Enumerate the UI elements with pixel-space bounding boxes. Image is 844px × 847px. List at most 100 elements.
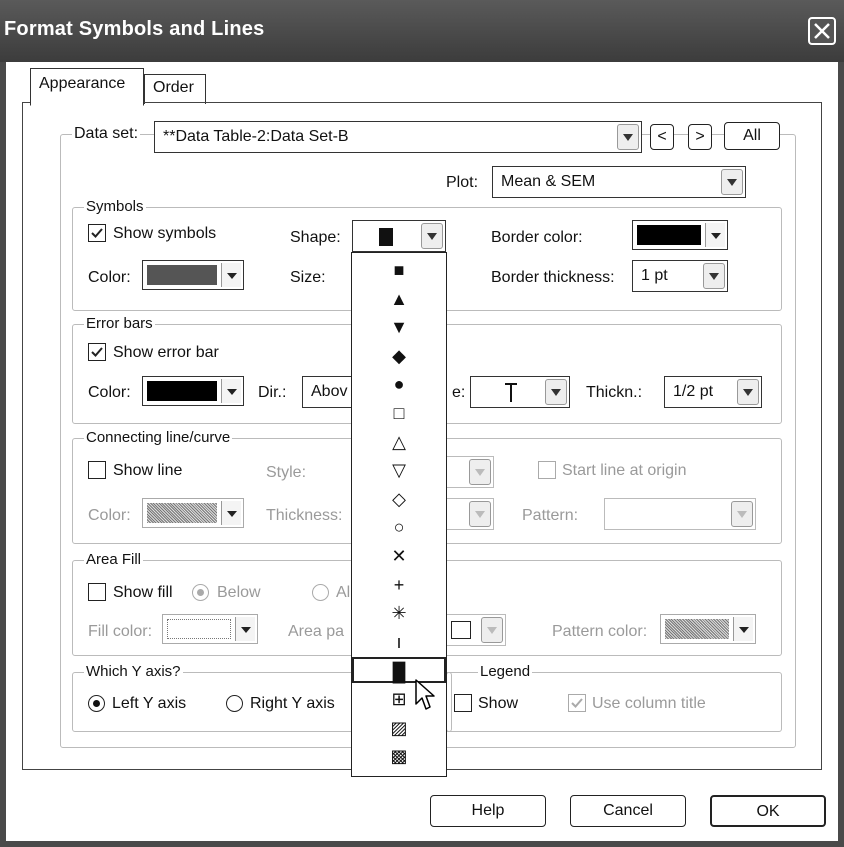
use-column-title-label: Use column title xyxy=(592,695,706,712)
line-thickness-label: Thickness: xyxy=(266,507,343,524)
show-line-checkbox[interactable] xyxy=(88,461,106,479)
shape-option[interactable]: ı xyxy=(352,629,446,655)
title-bar: Format Symbols and Lines xyxy=(0,0,844,62)
error-thickness-select[interactable]: 1/2 pt xyxy=(664,376,762,408)
fill-color-swatch xyxy=(167,619,231,639)
error-thickness-label: Thickn.: xyxy=(586,384,643,401)
chevron-down-icon xyxy=(617,124,639,150)
close-button[interactable] xyxy=(808,17,836,45)
border-color-picker[interactable] xyxy=(632,220,728,250)
tab-order[interactable]: Order xyxy=(144,74,206,104)
cancel-button[interactable]: Cancel xyxy=(570,795,686,827)
shape-option[interactable]: ▨ xyxy=(352,715,446,741)
show-line-label: Show line xyxy=(113,462,183,479)
prev-dataset-button[interactable]: < xyxy=(650,124,674,150)
below-radio[interactable] xyxy=(192,584,209,601)
shape-option[interactable]: ● xyxy=(352,371,446,397)
radio-dot xyxy=(197,589,204,596)
shape-option[interactable]: ▽ xyxy=(352,457,446,483)
tab-label: Order xyxy=(153,79,194,96)
shape-option[interactable]: + xyxy=(352,572,446,598)
error-color-picker[interactable] xyxy=(142,376,244,406)
show-fill-checkbox[interactable] xyxy=(88,583,106,601)
ok-button[interactable]: OK xyxy=(710,795,826,827)
error-style-label: e: xyxy=(452,384,466,401)
checkmark-icon xyxy=(91,347,103,357)
shape-option[interactable]: ✕ xyxy=(352,543,446,569)
help-button[interactable]: Help xyxy=(430,795,546,827)
area-pattern-select[interactable] xyxy=(446,614,506,646)
error-style-select[interactable] xyxy=(470,376,570,408)
pattern-color-picker[interactable] xyxy=(660,614,756,644)
shape-option[interactable]: ▩ xyxy=(352,743,446,769)
chevron-down-icon xyxy=(731,501,753,527)
all-button[interactable]: All xyxy=(724,122,780,150)
which-y-axis-group-label: Which Y axis? xyxy=(84,663,183,680)
show-error-bar-checkbox[interactable] xyxy=(88,343,106,361)
show-fill-label: Show fill xyxy=(113,584,173,601)
chevron-down-icon xyxy=(469,501,491,527)
plot-select[interactable]: Mean & SEM xyxy=(492,166,746,198)
shape-value-icon xyxy=(379,228,393,246)
legend-show-checkbox[interactable] xyxy=(454,694,472,712)
chevron-down-icon xyxy=(221,263,241,287)
chevron-down-icon xyxy=(469,459,491,485)
window-title: Format Symbols and Lines xyxy=(4,18,265,40)
fill-color-label: Fill color: xyxy=(88,623,153,640)
shape-option[interactable]: ■ xyxy=(352,257,446,283)
error-color-label: Color: xyxy=(88,384,131,401)
above-radio[interactable] xyxy=(312,584,329,601)
connecting-line-group-label: Connecting line/curve xyxy=(84,429,233,446)
right-y-axis-radio[interactable] xyxy=(226,695,243,712)
symbols-group-label: Symbols xyxy=(84,198,146,215)
border-thickness-select[interactable]: 1 pt xyxy=(632,260,728,292)
border-color-label: Border color: xyxy=(491,229,583,246)
start-at-origin-label: Start line at origin xyxy=(562,462,687,479)
shape-option[interactable]: ▼ xyxy=(352,314,446,340)
chevron-down-icon xyxy=(481,617,503,643)
mouse-cursor-icon xyxy=(415,679,435,710)
show-symbols-checkbox[interactable] xyxy=(88,224,106,242)
area-pattern-label: Area pa xyxy=(288,623,345,640)
tab-appearance[interactable]: Appearance xyxy=(30,68,144,106)
use-column-title-checkbox[interactable] xyxy=(568,694,586,712)
right-y-axis-label: Right Y axis xyxy=(250,695,335,712)
symbol-color-picker[interactable] xyxy=(142,260,244,290)
direction-label: Dir.: xyxy=(258,384,287,401)
shape-option[interactable]: ✳ xyxy=(352,600,446,626)
chevron-down-icon xyxy=(235,617,255,641)
shape-option[interactable]: ◆ xyxy=(352,343,446,369)
line-pattern-label: Pattern: xyxy=(522,507,579,524)
shape-label: Shape: xyxy=(290,229,341,246)
radio-dot xyxy=(93,700,100,707)
chevron-down-icon xyxy=(733,617,753,641)
chevron-down-icon xyxy=(545,379,567,405)
shape-select[interactable] xyxy=(352,220,446,252)
border-thickness-value: 1 pt xyxy=(641,267,668,284)
line-color-picker[interactable] xyxy=(142,498,244,528)
shape-option[interactable]: ○ xyxy=(352,514,446,540)
shape-option[interactable]: □ xyxy=(352,400,446,426)
fill-color-picker[interactable] xyxy=(162,614,258,644)
shape-option[interactable]: ◇ xyxy=(352,486,446,512)
shape-option[interactable]: ▲ xyxy=(352,286,446,312)
line-style-select[interactable] xyxy=(446,456,494,488)
show-error-bar-label: Show error bar xyxy=(113,344,219,361)
error-bars-group-label: Error bars xyxy=(84,315,155,332)
line-thickness-select[interactable] xyxy=(446,498,494,530)
shape-option[interactable]: △ xyxy=(352,429,446,455)
border-color-swatch xyxy=(637,225,701,245)
start-at-origin-checkbox[interactable] xyxy=(538,461,556,479)
chevron-down-icon xyxy=(221,501,241,525)
left-y-axis-radio[interactable] xyxy=(88,695,105,712)
plot-value: Mean & SEM xyxy=(501,173,596,190)
area-fill-group-label: Area Fill xyxy=(84,551,144,568)
dataset-label: Data set: xyxy=(72,125,141,143)
show-symbols-label: Show symbols xyxy=(113,225,217,242)
checkmark-icon xyxy=(91,228,103,238)
dataset-select[interactable]: **Data Table-2:Data Set-B xyxy=(154,121,642,153)
chevron-down-icon xyxy=(721,169,743,195)
next-dataset-button[interactable]: > xyxy=(688,124,712,150)
direction-value: Abov xyxy=(311,383,348,400)
line-pattern-select[interactable] xyxy=(604,498,756,530)
